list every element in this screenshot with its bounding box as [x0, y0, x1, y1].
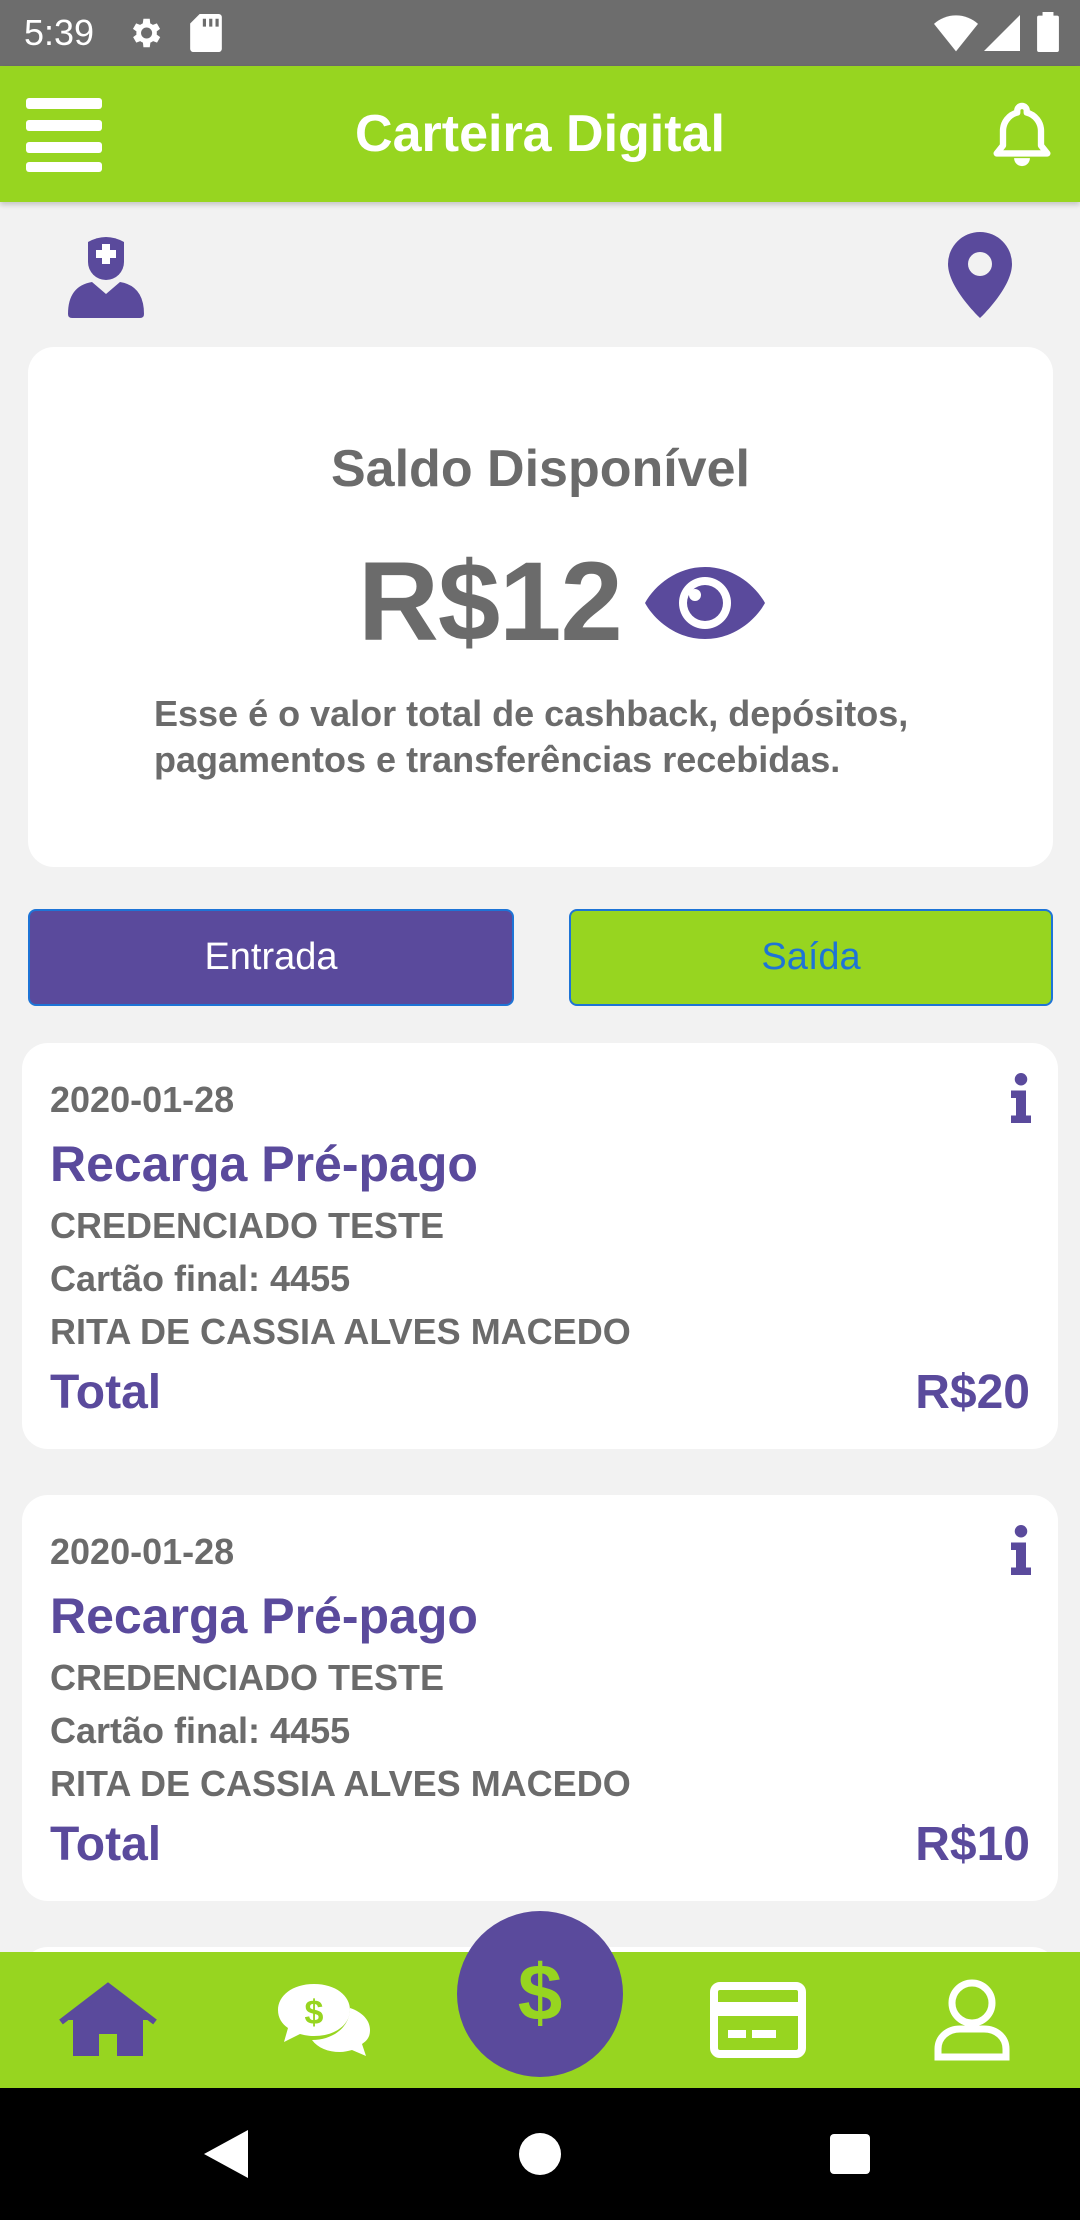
wifi-icon	[934, 14, 978, 57]
transaction-card[interactable]: 2020-01-28 Recarga Pré-pago CREDENCIADO …	[22, 1043, 1058, 1449]
back-icon[interactable]	[166, 2088, 286, 2220]
transaction-card-number: Cartão final: 4455	[50, 1258, 351, 1299]
info-icon[interactable]	[1006, 1525, 1036, 1575]
transaction-card[interactable]: 2020-01-28 Recarga Pré-pago CREDENCIADO …	[22, 1495, 1058, 1901]
tab-saida[interactable]: Saída	[569, 909, 1053, 1006]
transaction-date: 2020-01-28	[50, 1531, 235, 1572]
svg-text:$: $	[305, 1994, 324, 2032]
card-icon[interactable]	[698, 1952, 818, 2088]
page-title: Carteira Digital	[355, 105, 725, 163]
status-time: 5:39	[24, 12, 95, 53]
status-bar: 5:39	[0, 0, 1080, 66]
transaction-total-label: Total	[50, 1818, 162, 1871]
transaction-total-label: Total	[50, 1366, 162, 1419]
dollar-icon[interactable]: $	[457, 1911, 623, 2077]
location-pin-icon[interactable]	[948, 232, 1012, 323]
bell-icon[interactable]	[984, 98, 1060, 174]
info-icon[interactable]	[1006, 1073, 1036, 1123]
transaction-holder: RITA DE CASSIA ALVES MACEDO	[50, 1311, 631, 1352]
signal-icon	[984, 14, 1020, 57]
recents-icon[interactable]	[790, 2088, 910, 2220]
nurse-avatar-icon[interactable]	[68, 234, 144, 323]
transaction-date: 2020-01-28	[50, 1079, 235, 1120]
tab-entrada[interactable]: Entrada	[28, 909, 514, 1006]
transaction-total-value: R$10	[915, 1818, 1030, 1871]
app-bar: Carteira Digital	[0, 66, 1080, 202]
transaction-type: Recarga Pré-pago	[50, 1136, 478, 1192]
balance-amount: R$12	[358, 539, 623, 664]
profile-icon[interactable]	[912, 1952, 1032, 2088]
transaction-holder: RITA DE CASSIA ALVES MACEDO	[50, 1763, 631, 1804]
home-icon[interactable]	[48, 1952, 168, 2088]
svg-text:$: $	[518, 1954, 563, 2034]
transaction-merchant: CREDENCIADO TESTE	[50, 1205, 445, 1246]
balance-title: Saldo Disponível	[331, 440, 750, 498]
balance-description: Esse é o valor total de cashback, depósi…	[154, 693, 909, 780]
chat-money-icon[interactable]: $	[264, 1952, 384, 2088]
eye-icon[interactable]	[644, 567, 766, 639]
transaction-merchant: CREDENCIADO TESTE	[50, 1657, 445, 1698]
home-circle-icon[interactable]	[480, 2088, 600, 2220]
transaction-card-number: Cartão final: 4455	[50, 1710, 351, 1751]
battery-icon	[1036, 12, 1060, 57]
balance-card: Saldo Disponível R$12 Esse é o valor tot…	[28, 347, 1053, 867]
sd-card-icon	[190, 14, 222, 57]
settings-icon	[126, 14, 164, 57]
transaction-type: Recarga Pré-pago	[50, 1588, 478, 1644]
transaction-total-value: R$20	[915, 1366, 1030, 1419]
system-nav-bar	[0, 2088, 1080, 2220]
